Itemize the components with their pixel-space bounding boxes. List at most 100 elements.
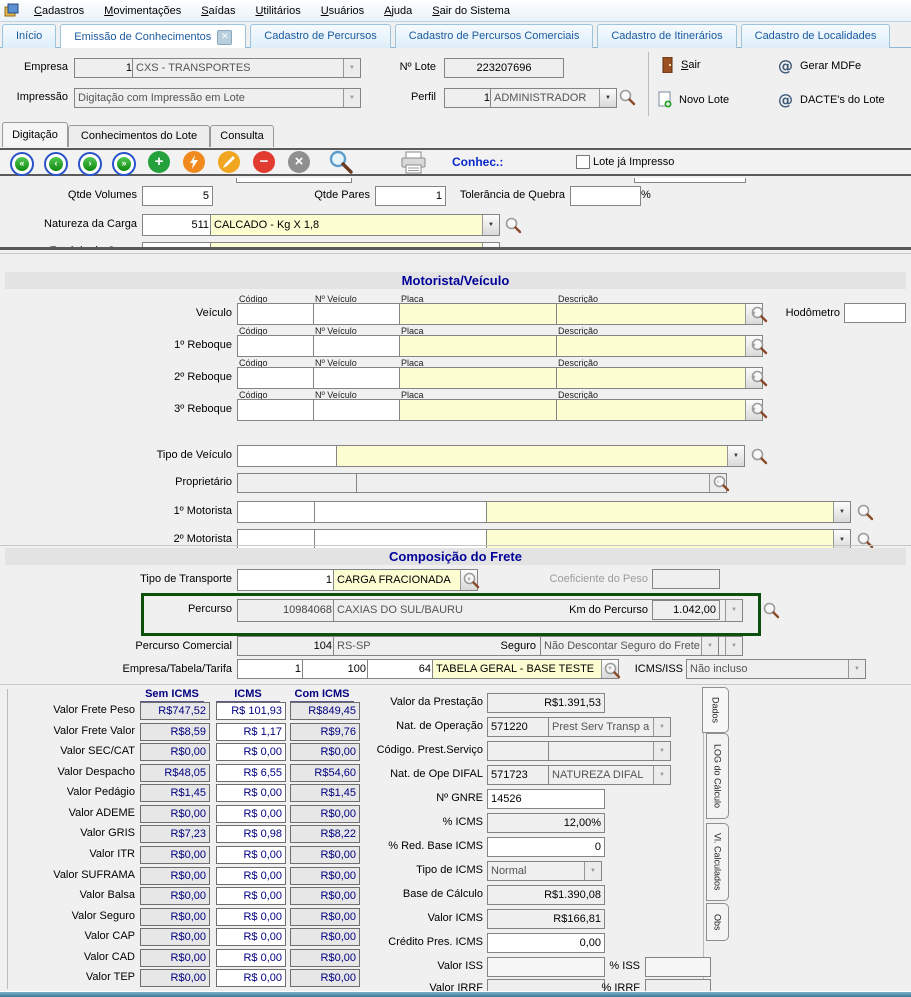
search-icon[interactable] bbox=[762, 601, 780, 619]
search-icon[interactable] bbox=[618, 88, 636, 106]
chevron-down-icon[interactable] bbox=[727, 446, 744, 466]
motorista1-combo[interactable] bbox=[486, 501, 851, 523]
nav-first-button[interactable]: « bbox=[10, 152, 34, 176]
gnre-field[interactable]: 14526 bbox=[487, 789, 605, 809]
menu-sair-do-sistema[interactable]: Sair do Sistema bbox=[423, 3, 519, 19]
valor-icms-field[interactable]: R$ 1,17 bbox=[216, 723, 286, 741]
vehicle-codigo-field[interactable] bbox=[237, 335, 317, 357]
tolerancia-quebra-field[interactable] bbox=[570, 186, 641, 206]
process-lightning-button[interactable] bbox=[183, 151, 205, 173]
valor-icms-field[interactable]: R$ 101,93 bbox=[216, 702, 286, 720]
tab-inicio[interactable]: Início bbox=[2, 24, 56, 48]
tab-cadastro-de-itinerarios[interactable]: Cadastro de Itinerários bbox=[597, 24, 736, 48]
tipo-veiculo-code-field[interactable] bbox=[237, 445, 339, 467]
vehicle-placa-combo[interactable] bbox=[399, 367, 575, 389]
search-record-button[interactable] bbox=[328, 150, 354, 178]
search-icon[interactable] bbox=[750, 447, 768, 465]
valor-icms-field[interactable]: R$ 0,00 bbox=[216, 784, 286, 802]
search-icon[interactable] bbox=[750, 305, 768, 323]
valor-iss-field[interactable] bbox=[487, 957, 605, 977]
subtab-consulta[interactable]: Consulta bbox=[210, 125, 274, 147]
lote-ja-impresso-checkbox[interactable] bbox=[576, 155, 590, 169]
tipo-veiculo-combo[interactable] bbox=[336, 445, 745, 467]
search-icon[interactable] bbox=[603, 661, 621, 679]
etf-empresa-field[interactable]: 1 bbox=[237, 659, 305, 679]
tab-emissao-de-conhecimentos[interactable]: Emissão de Conhecimentos ✕ bbox=[60, 24, 246, 49]
remove-button[interactable]: − bbox=[253, 151, 275, 173]
nav-previous-button[interactable]: ‹ bbox=[44, 152, 68, 176]
chevron-down-icon[interactable] bbox=[482, 243, 499, 250]
cancel-button[interactable]: × bbox=[288, 151, 310, 173]
vehicle-codigo-field[interactable] bbox=[237, 303, 317, 325]
search-icon[interactable] bbox=[712, 474, 730, 492]
menu-ajuda[interactable]: Ajuda bbox=[375, 3, 421, 19]
menu-cadastros[interactable]: Cadastros bbox=[25, 3, 93, 19]
add-button[interactable]: + bbox=[148, 151, 170, 173]
valor-icms-field[interactable]: R$ 0,00 bbox=[216, 887, 286, 905]
menu-movimentacoes[interactable]: Movimentações bbox=[95, 3, 190, 19]
especie-carga-code-field[interactable]: 1 bbox=[142, 242, 213, 250]
valor-icms-field[interactable]: R$ 0,98 bbox=[216, 825, 286, 843]
search-icon[interactable] bbox=[750, 337, 768, 355]
sair-button[interactable]: Sair bbox=[662, 57, 701, 73]
etf-tarifa-field[interactable]: 64 bbox=[367, 659, 435, 679]
valor-icms-field[interactable]: R$ 0,00 bbox=[216, 908, 286, 926]
tipo-transporte-combo[interactable]: CARGA FRACIONADA bbox=[333, 569, 478, 591]
tipo-transporte-code-field[interactable]: 1 bbox=[237, 569, 336, 591]
vehicle-descricao-combo[interactable] bbox=[556, 335, 763, 357]
search-icon[interactable] bbox=[504, 216, 522, 234]
qtde-volumes-field[interactable]: 5 bbox=[142, 186, 213, 206]
menu-utilitarios[interactable]: Utilitários bbox=[246, 3, 309, 19]
vehicle-placa-combo[interactable] bbox=[399, 335, 575, 357]
menu-saidas[interactable]: Saídas bbox=[192, 3, 244, 19]
vehicle-codigo-field[interactable] bbox=[237, 367, 317, 389]
side-tab-obs[interactable]: Obs bbox=[706, 903, 729, 941]
subtab-digitacao[interactable]: Digitação bbox=[2, 122, 68, 147]
natureza-carga-code-field[interactable]: 511 bbox=[142, 214, 213, 236]
subtab-conhecimentos-do-lote[interactable]: Conhecimentos do Lote bbox=[68, 125, 210, 147]
etf-combo[interactable]: TABELA GERAL - BASE TESTE bbox=[432, 659, 619, 679]
search-icon[interactable] bbox=[750, 401, 768, 419]
vehicle-placa-combo[interactable] bbox=[399, 399, 575, 421]
p-iss-field[interactable] bbox=[645, 957, 711, 977]
motorista1-code-field[interactable] bbox=[237, 501, 317, 523]
vehicle-descricao-combo[interactable] bbox=[556, 399, 763, 421]
valor-icms-field[interactable]: R$ 6,55 bbox=[216, 764, 286, 782]
valor-icms-field[interactable]: R$ 0,00 bbox=[216, 969, 286, 987]
gerar-mdfe-button[interactable]: @ Gerar MDFe bbox=[778, 57, 861, 75]
close-tab-icon[interactable]: ✕ bbox=[217, 30, 232, 45]
vehicle-descricao-combo[interactable] bbox=[556, 367, 763, 389]
vehicle-codigo-field[interactable] bbox=[237, 399, 317, 421]
vehicle-numero-field[interactable] bbox=[313, 303, 403, 325]
vehicle-placa-combo[interactable] bbox=[399, 303, 575, 325]
valor-icms-field[interactable]: R$ 0,00 bbox=[216, 805, 286, 823]
vehicle-numero-field[interactable] bbox=[313, 335, 403, 357]
chevron-down-icon[interactable] bbox=[833, 502, 850, 522]
qtde-pares-field[interactable]: 1 bbox=[375, 186, 446, 206]
perfil-combo[interactable]: ADMINISTRADOR bbox=[490, 88, 617, 108]
edit-button[interactable] bbox=[218, 151, 240, 173]
tab-cadastro-de-localidades[interactable]: Cadastro de Localidades bbox=[741, 24, 891, 48]
valor-icms-field[interactable]: R$ 0,00 bbox=[216, 846, 286, 864]
credito-pres-icms-field[interactable]: 0,00 bbox=[487, 933, 605, 953]
menu-usuarios[interactable]: Usuários bbox=[312, 3, 373, 19]
novo-lote-button[interactable]: Novo Lote bbox=[658, 91, 729, 108]
search-icon[interactable] bbox=[856, 503, 874, 521]
nav-next-button[interactable]: › bbox=[78, 152, 102, 176]
print-button[interactable] bbox=[400, 151, 427, 177]
natureza-carga-combo[interactable]: CALCADO - Kg X 1,8 bbox=[210, 214, 500, 236]
chevron-down-icon[interactable] bbox=[482, 215, 499, 235]
search-icon[interactable] bbox=[750, 369, 768, 387]
side-tab-log-do-calculo[interactable]: LOG do Cálculo bbox=[706, 733, 729, 819]
tab-cadastro-de-percursos-comerciais[interactable]: Cadastro de Percursos Comerciais bbox=[395, 24, 594, 48]
especie-carga-combo[interactable]: CAIXAS bbox=[210, 242, 500, 250]
valor-icms-field[interactable]: R$ 0,00 bbox=[216, 867, 286, 885]
search-icon[interactable] bbox=[462, 571, 480, 589]
chevron-down-icon[interactable] bbox=[599, 89, 616, 107]
valor-icms-field[interactable]: R$ 0,00 bbox=[216, 949, 286, 967]
hodometro-field[interactable] bbox=[844, 303, 906, 323]
etf-tabela-field[interactable]: 100 bbox=[302, 659, 370, 679]
vehicle-descricao-combo[interactable] bbox=[556, 303, 763, 325]
valor-icms-field[interactable]: R$ 0,00 bbox=[216, 928, 286, 946]
side-tab-vl-calculados[interactable]: Vl. Calculados bbox=[706, 823, 729, 901]
